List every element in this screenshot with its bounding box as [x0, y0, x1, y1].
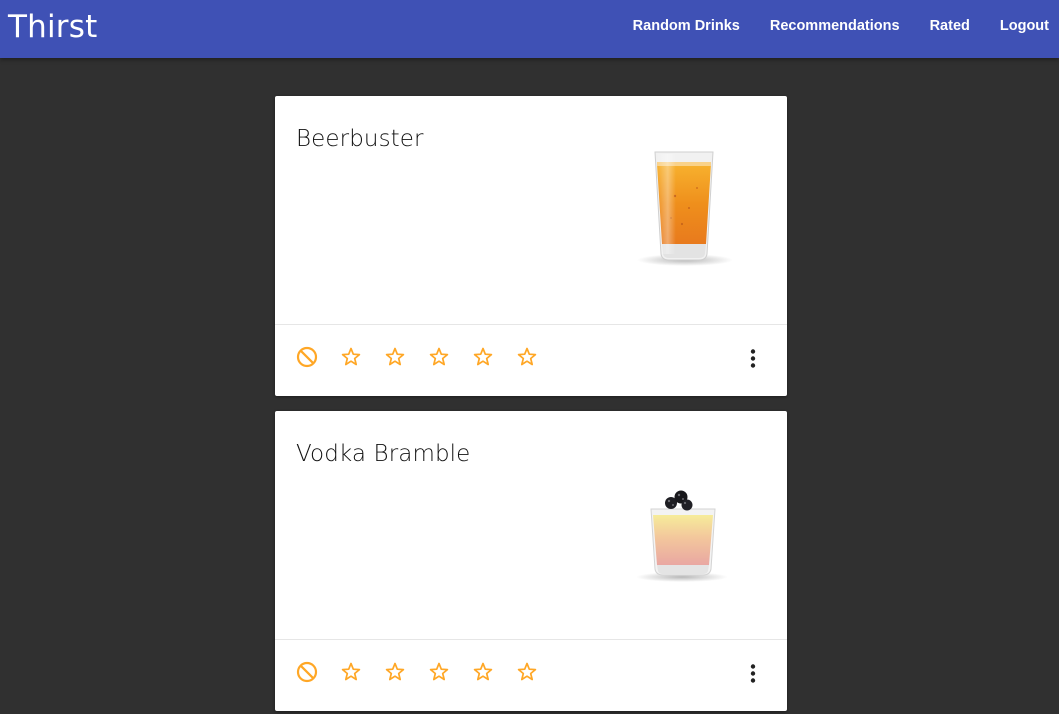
drink-card: Vodka Bramble	[275, 411, 787, 711]
star-icon[interactable]	[471, 345, 495, 369]
card-actions	[275, 325, 787, 396]
star-icon[interactable]	[471, 660, 495, 684]
star-icon[interactable]	[515, 345, 539, 369]
more-vert-icon[interactable]	[741, 347, 765, 371]
app-title[interactable]: Thirst	[8, 9, 97, 45]
star-icon[interactable]	[383, 345, 407, 369]
star-icon[interactable]	[427, 345, 451, 369]
drink-card: Beerbuster	[275, 96, 787, 396]
star-icon[interactable]	[515, 660, 539, 684]
block-icon[interactable]	[295, 345, 319, 369]
drink-name: Beerbuster	[296, 126, 424, 152]
nav-logout[interactable]: Logout	[985, 18, 1059, 34]
block-icon[interactable]	[295, 660, 319, 684]
star-icon[interactable]	[427, 660, 451, 684]
star-icon[interactable]	[339, 345, 363, 369]
nav-rated[interactable]: Rated	[915, 18, 985, 34]
app-header: Thirst Random Drinks Recommendations Rat…	[0, 0, 1059, 58]
bramble-cocktail-icon	[627, 481, 737, 621]
main-nav: Random Drinks Recommendations Rated Logo…	[618, 0, 1059, 52]
drink-name: Vodka Bramble	[296, 441, 471, 467]
star-icon[interactable]	[339, 660, 363, 684]
star-icon[interactable]	[383, 660, 407, 684]
nav-recommendations[interactable]: Recommendations	[755, 18, 915, 34]
nav-random-drinks[interactable]: Random Drinks	[618, 18, 755, 34]
beer-glass-icon	[627, 136, 737, 276]
more-vert-icon[interactable]	[741, 662, 765, 686]
card-actions	[275, 640, 787, 711]
